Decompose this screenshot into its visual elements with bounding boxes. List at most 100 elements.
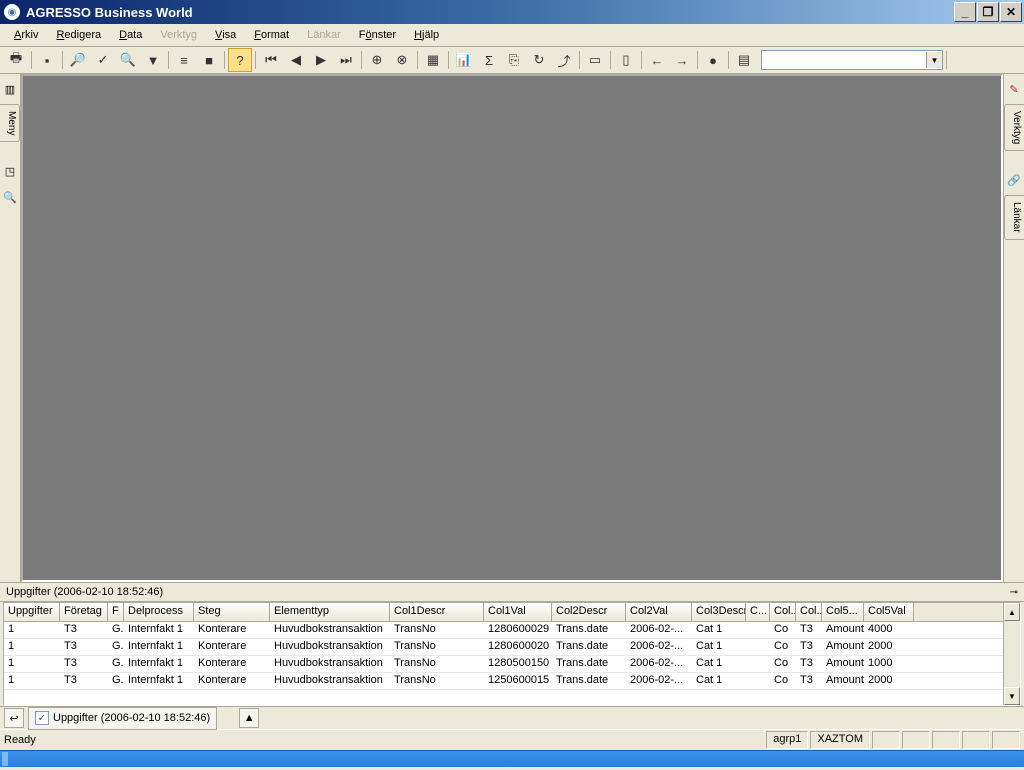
export-icon[interactable]: ⤴: [552, 48, 576, 72]
menu-arkiv[interactable]: Arkiv: [6, 27, 46, 43]
column-header[interactable]: Elementtyp: [270, 603, 390, 621]
table-cell: G.: [108, 673, 124, 689]
tab-uppgifter[interactable]: ✓ Uppgifter (2006-02-10 18:52:46): [28, 707, 217, 730]
restore-button[interactable]: ❐: [977, 2, 999, 22]
list-icon[interactable]: ▤: [732, 48, 756, 72]
table-cell: 1280600020: [484, 639, 552, 655]
expand-icon[interactable]: ▲: [239, 708, 259, 728]
menu-visa[interactable]: Visa: [207, 27, 244, 43]
column-header[interactable]: Col...: [796, 603, 822, 621]
first-icon[interactable]: ⏮: [259, 48, 283, 72]
column-header[interactable]: Företag: [60, 603, 108, 621]
doc-icon[interactable]: ▯: [614, 48, 638, 72]
table-cell: Cat 1: [692, 639, 746, 655]
tab-checkbox[interactable]: ✓: [35, 711, 49, 725]
column-header[interactable]: C...: [746, 603, 770, 621]
prev-icon[interactable]: ◀: [284, 48, 308, 72]
column-header[interactable]: Col5Val: [864, 603, 914, 621]
menu-länkar[interactable]: Länkar: [299, 27, 349, 43]
stop-icon[interactable]: ■: [197, 48, 221, 72]
chart-icon[interactable]: 📊: [452, 48, 476, 72]
menu-verktyg[interactable]: Verktyg: [152, 27, 205, 43]
table-row[interactable]: 1T3G.Internfakt 1KonterareHuvudbokstrans…: [4, 673, 1020, 690]
lankar-tab[interactable]: Länkar: [1004, 195, 1024, 240]
scroll-down-icon[interactable]: ▼: [1004, 687, 1020, 705]
table-cell: 1280500150: [484, 656, 552, 672]
table-cell: Konterare: [194, 656, 270, 672]
menu-format[interactable]: Format: [246, 27, 297, 43]
back-icon[interactable]: ←: [645, 48, 669, 72]
filter-icon[interactable]: ▼: [141, 48, 165, 72]
next-icon[interactable]: ▶: [309, 48, 333, 72]
pencil-icon[interactable]: ✎: [1005, 80, 1023, 98]
window-icon[interactable]: ▭: [583, 48, 607, 72]
verktyg-tab[interactable]: Verktyg: [1004, 104, 1024, 151]
rows-icon[interactable]: ≡: [172, 48, 196, 72]
scrollbar[interactable]: ▲ ▼: [1003, 603, 1020, 705]
help-icon[interactable]: ?: [228, 48, 252, 72]
table-row[interactable]: 1T3G.Internfakt 1KonterareHuvudbokstrans…: [4, 656, 1020, 673]
toolbar-combo[interactable]: ▼: [761, 50, 943, 70]
left-side-panel: ▥ Meny ◳ 🔍: [0, 74, 21, 582]
nav-back-icon[interactable]: ↩: [4, 708, 24, 728]
column-header[interactable]: Col2Val: [626, 603, 692, 621]
copy-icon[interactable]: ⎘: [502, 48, 526, 72]
window-icon[interactable]: ◳: [1, 162, 19, 180]
meny-tab[interactable]: Meny: [0, 104, 20, 142]
column-header[interactable]: F: [108, 603, 124, 621]
book-icon[interactable]: ▥: [1, 80, 19, 98]
table-cell: [746, 622, 770, 638]
delete-icon[interactable]: ⊗: [390, 48, 414, 72]
menu-redigera[interactable]: Redigera: [48, 27, 109, 43]
table-cell: Huvudbokstransaktion: [270, 656, 390, 672]
insert-icon[interactable]: ⊕: [365, 48, 389, 72]
table-cell: 2000: [864, 639, 914, 655]
menu-fönster[interactable]: Fönster: [351, 27, 404, 43]
find-icon[interactable]: 🔎: [66, 48, 90, 72]
forward-icon[interactable]: →: [670, 48, 694, 72]
table-cell: 2000: [864, 673, 914, 689]
column-header[interactable]: Col1Val: [484, 603, 552, 621]
table-cell: Huvudbokstransaktion: [270, 622, 390, 638]
table-cell: Cat 1: [692, 673, 746, 689]
table-row[interactable]: 1T3G.Internfakt 1KonterareHuvudbokstrans…: [4, 639, 1020, 656]
table-icon[interactable]: ▦: [421, 48, 445, 72]
search-icon[interactable]: 🔍: [1, 188, 19, 206]
table-cell: Trans.date: [552, 673, 626, 689]
menu-hjälp[interactable]: Hjälp: [406, 27, 447, 43]
table-cell: TransNo: [390, 639, 484, 655]
column-header[interactable]: Uppgifter: [4, 603, 60, 621]
column-header[interactable]: Col1Descr: [390, 603, 484, 621]
status-cell: [872, 731, 900, 749]
link-icon[interactable]: 🔗: [1005, 171, 1023, 189]
check-icon[interactable]: ✓: [91, 48, 115, 72]
minimize-button[interactable]: _: [954, 2, 976, 22]
column-header[interactable]: Col3Descr: [692, 603, 746, 621]
panel-title-bar: Uppgifter (2006-02-10 18:52:46) ⊸: [0, 583, 1024, 602]
taskbar: [0, 750, 1024, 767]
column-header[interactable]: Col5...: [822, 603, 864, 621]
menu-data[interactable]: Data: [111, 27, 150, 43]
refresh-icon[interactable]: ↻: [527, 48, 551, 72]
record-icon[interactable]: ●: [701, 48, 725, 72]
scroll-up-icon[interactable]: ▲: [1004, 603, 1020, 621]
zoom-icon[interactable]: 🔍: [116, 48, 140, 72]
column-header[interactable]: Delprocess: [124, 603, 194, 621]
taskbar-item[interactable]: [2, 752, 8, 766]
column-header[interactable]: Steg: [194, 603, 270, 621]
chevron-down-icon[interactable]: ▼: [926, 52, 942, 68]
close-button[interactable]: ✕: [1000, 2, 1022, 22]
table-cell: Trans.date: [552, 656, 626, 672]
pin-icon[interactable]: ⊸: [1010, 587, 1018, 598]
table-row[interactable]: 1T3G.Internfakt 1KonterareHuvudbokstrans…: [4, 622, 1020, 639]
print-icon[interactable]: 🖶: [4, 48, 28, 72]
column-header[interactable]: Col...: [770, 603, 796, 621]
table-cell: Cat 1: [692, 622, 746, 638]
last-icon[interactable]: ⏭: [334, 48, 358, 72]
column-header[interactable]: Col2Descr: [552, 603, 626, 621]
save-icon[interactable]: ▪: [35, 48, 59, 72]
table-cell: Amount: [822, 639, 864, 655]
table-cell: TransNo: [390, 673, 484, 689]
table-cell: 2006-02-...: [626, 622, 692, 638]
sum-icon[interactable]: Σ: [477, 48, 501, 72]
